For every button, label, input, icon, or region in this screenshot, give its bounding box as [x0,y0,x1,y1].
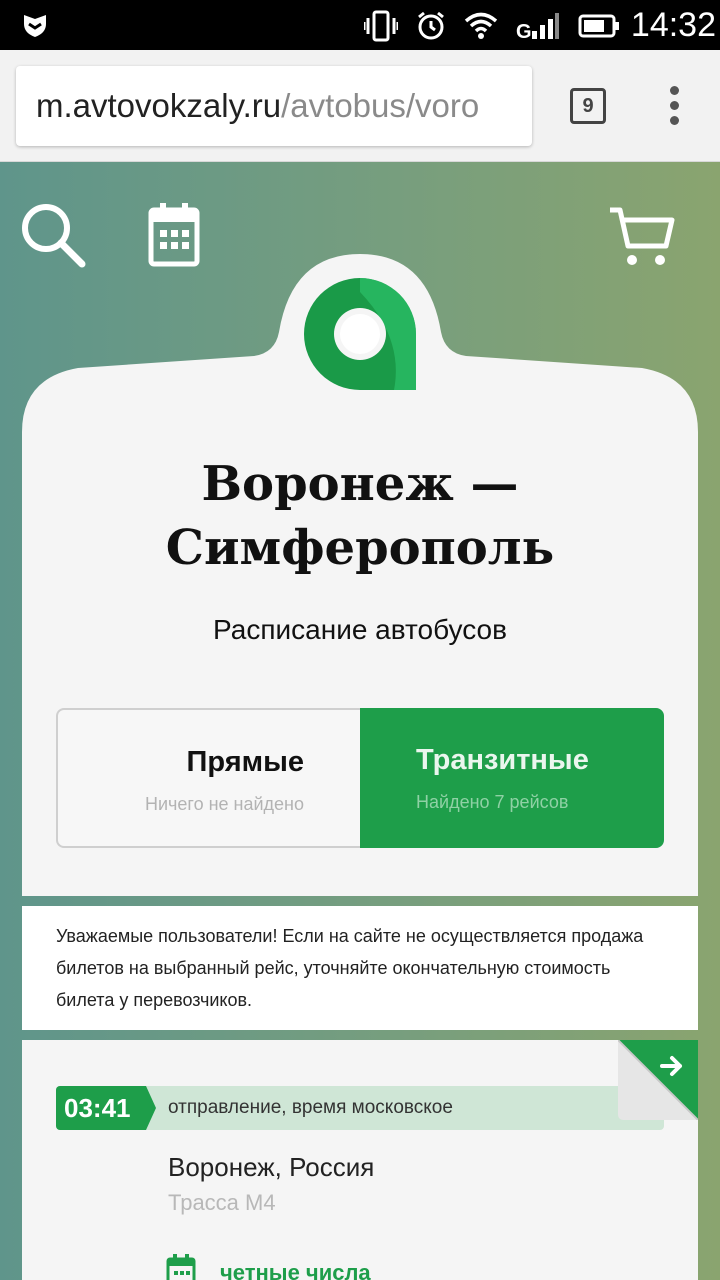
tab-direct[interactable]: Прямые Ничего не найдено [56,708,360,848]
route-origin: Воронеж — [201,456,519,512]
departure-bar: 03:41 отправление, время московское [56,1086,664,1130]
browser-toolbar: m.avtovokzaly.ru/avtobus/voro 9 [0,50,720,162]
departure-time: 03:41 [56,1086,146,1130]
user-notice: Уважаемые пользователи! Если на сайте не… [22,906,698,1030]
trip-card[interactable]: 03:41 отправление, время московское Воро… [22,1040,698,1280]
vibrate-icon [364,10,398,42]
tab-transit-status: Найдено 7 рейсов [416,792,569,812]
url-bar[interactable]: m.avtovokzaly.ru/avtobus/voro [16,66,532,146]
url-path: /avtobus/voro [281,87,480,124]
url-host: m.avtovokzaly.ru [36,87,282,124]
page-content: Воронеж — Симферополь Расписание автобус… [0,162,720,1280]
logo-pin-icon [304,278,416,390]
tab-direct-label: Прямые [186,746,304,778]
tab-transit-label: Транзитные [416,744,589,776]
departure-station: Трасса М4 [168,1190,276,1215]
shield-icon [24,15,46,37]
tab-transit[interactable]: Транзитные Найдено 7 рейсов [360,708,664,848]
signal-icon: G [516,13,559,41]
status-bar: G 14:32 [0,0,720,50]
svg-text:G: G [516,21,532,41]
departure-city: Воронеж, Россия [168,1152,375,1182]
departure-time-arrow [146,1086,156,1130]
battery-icon [578,14,619,38]
page-title: Воронеж — Симферополь [22,452,698,580]
wifi-icon [464,12,498,39]
tab-direct-status: Ничего не найдено [144,794,304,814]
trip-details-corner-arrow-icon[interactable] [618,1040,698,1120]
page-subtitle: Расписание автобусов [213,614,507,645]
schedule-days: четные числа [220,1260,371,1280]
tab-switcher-button[interactable]: 9 [570,88,606,124]
route-type-tabs: Прямые Ничего не найдено Транзитные Найд… [56,708,664,848]
schedule-calendar-icon [166,1254,196,1280]
more-menu-icon[interactable] [664,86,684,126]
route-destination: Симферополь [165,520,555,576]
status-time: 14:32 [630,6,716,44]
alarm-icon [418,11,444,40]
departure-label: отправление, время московское [168,1097,453,1118]
